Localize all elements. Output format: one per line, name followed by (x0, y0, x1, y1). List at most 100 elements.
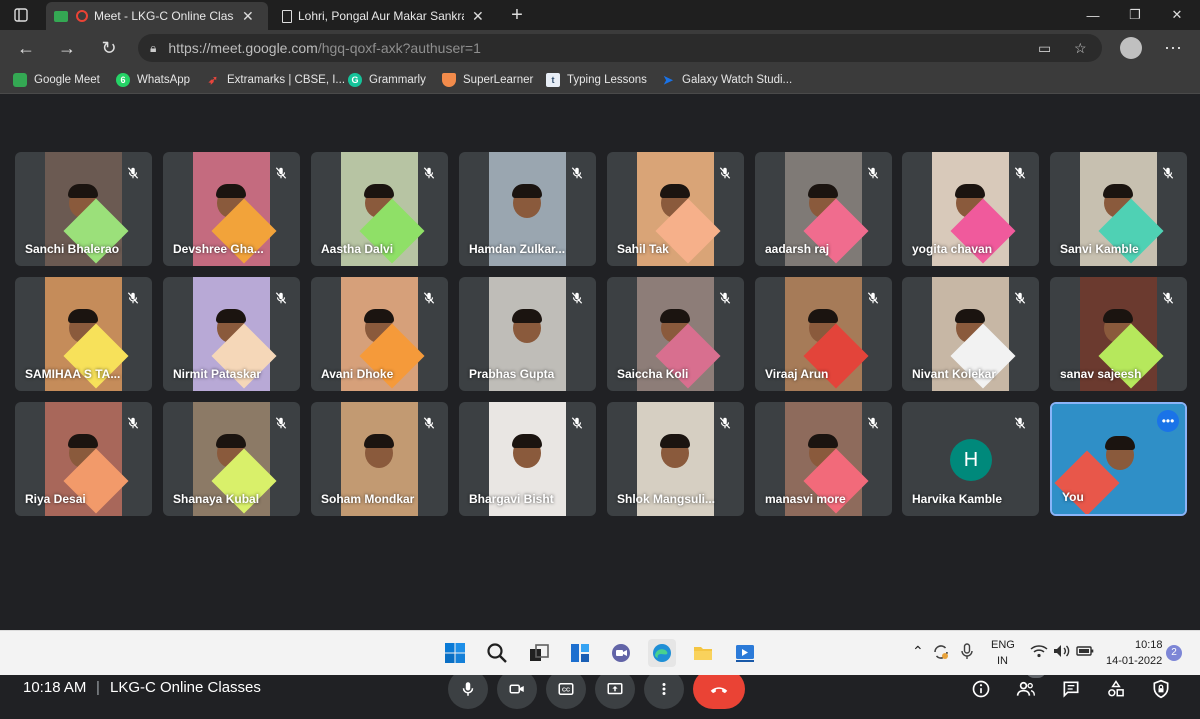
bookmark-grammarly[interactable]: G Grammarly (348, 71, 426, 89)
mic-off-icon (862, 287, 884, 309)
participant-tile[interactable]: Saiccha Koli (607, 277, 744, 391)
url-input[interactable]: 🔒︎ https://meet.google.com/hgq-qoxf-axk?… (138, 34, 1102, 62)
tab-lohri[interactable]: Lohri, Pongal Aur Makar Sankranti ✕ (274, 2, 494, 30)
language-code[interactable]: ENG (991, 639, 1015, 651)
bookmarks-bar: Google Meet 6 WhatsApp ➶ Extramarks | CBSE… (0, 66, 1200, 94)
widgets-icon[interactable] (566, 639, 594, 667)
child-hair (660, 434, 690, 448)
microphone-button[interactable] (448, 669, 488, 709)
wifi-icon[interactable] (1030, 644, 1048, 661)
bookmark-label: WhatsApp (137, 74, 191, 86)
present-screen-button[interactable] (595, 669, 635, 709)
tab-actions-icon[interactable] (4, 0, 38, 30)
task-view-icon[interactable] (525, 639, 553, 667)
participant-name: Nivant Kolekar (912, 367, 997, 381)
activities-button[interactable] (1102, 675, 1130, 703)
participant-tile[interactable]: Viraaj Arun (755, 277, 892, 391)
tab-title: Meet - LKG-C Online Classes (94, 9, 234, 23)
divider: | (96, 679, 100, 696)
participant-name: Prabhas Gupta (469, 367, 555, 381)
participant-tile[interactable]: Sahil Tak (607, 152, 744, 266)
chevron-up-icon[interactable]: ⌃ (912, 643, 924, 660)
host-controls-button[interactable] (1147, 675, 1175, 703)
participant-tile[interactable]: manasvi more (755, 402, 892, 516)
participant-name: Saiccha Koli (617, 367, 689, 381)
microphone-tray-icon[interactable] (960, 643, 974, 664)
child-hair (808, 309, 838, 323)
teams-chat-icon[interactable] (607, 639, 635, 667)
more-menu-icon[interactable]: ⋯ (1160, 36, 1186, 60)
meeting-title: LKG-C Online Classes (110, 679, 261, 696)
participant-tile[interactable]: H Harvika Kamble (902, 402, 1039, 516)
profile-avatar[interactable] (1120, 37, 1142, 59)
captions-button[interactable]: CC (546, 669, 586, 709)
video-camera-icon (509, 684, 524, 694)
forward-arrow-icon[interactable]: → (54, 36, 80, 60)
chat-button[interactable] (1057, 675, 1085, 703)
edge-browser-icon[interactable] (648, 639, 676, 667)
galaxy-watch-icon: ➤ (662, 73, 674, 87)
meet-logo-icon (54, 10, 68, 22)
search-icon[interactable] (483, 639, 511, 667)
bookmark-extramarks[interactable]: ➶ Extramarks | CBSE, I... (206, 71, 345, 89)
camera-permission-icon[interactable]: ▭ (1038, 40, 1051, 57)
refresh-icon[interactable]: ↻ (96, 36, 122, 60)
participant-tile[interactable]: Bhargavi Bisht (459, 402, 596, 516)
volume-icon[interactable] (1053, 644, 1071, 661)
close-tab-icon[interactable]: ✕ (472, 8, 484, 25)
bookmark-whatsapp[interactable]: 6 WhatsApp (116, 71, 190, 89)
participant-tile[interactable]: Avani Dhoke (311, 277, 448, 391)
bookmark-galaxy-watch[interactable]: ➤ Galaxy Watch Studi... (661, 71, 792, 89)
more-options-button[interactable] (644, 669, 684, 709)
participant-tile[interactable]: Sanchi Bhalerao (15, 152, 152, 266)
participant-avatar: H (950, 439, 992, 481)
participant-tile[interactable]: Devshree Gha... (163, 152, 300, 266)
participant-tile[interactable]: Prabhas Gupta (459, 277, 596, 391)
superlearner-icon (442, 73, 456, 87)
minimize-icon[interactable]: — (1070, 0, 1116, 30)
new-tab-button[interactable]: + (494, 0, 540, 30)
participant-tile[interactable]: ••• You (1050, 402, 1187, 516)
close-tab-icon[interactable]: ✕ (242, 8, 254, 25)
participant-tile[interactable]: Sanvi Kamble (1050, 152, 1187, 266)
participant-name: Avani Dhoke (321, 367, 394, 381)
participant-tile[interactable]: SAMIHAA S TA... (15, 277, 152, 391)
participant-tile[interactable]: aadarsh raj (755, 152, 892, 266)
people-button[interactable] (1012, 675, 1040, 703)
back-arrow-icon[interactable]: ← (13, 36, 39, 60)
notification-badge[interactable]: 2 (1166, 645, 1182, 661)
participant-tile[interactable]: sanav sajeesh (1050, 277, 1187, 391)
bookmark-typing-lessons[interactable]: t Typing Lessons (546, 71, 647, 89)
camera-button[interactable] (497, 669, 537, 709)
child-hair (68, 184, 98, 198)
battery-icon[interactable] (1076, 645, 1094, 660)
start-windows-icon[interactable] (441, 639, 469, 667)
maximize-icon[interactable]: ❐ (1112, 0, 1158, 30)
tile-more-options-icon[interactable]: ••• (1157, 410, 1179, 432)
participant-name: Aastha Dalvi (321, 242, 394, 256)
media-player-icon[interactable] (731, 639, 759, 667)
participant-tile[interactable]: Nivant Kolekar (902, 277, 1039, 391)
favorite-star-icon[interactable]: ☆ (1074, 40, 1087, 57)
bookmark-superlearner[interactable]: SuperLearner (442, 71, 533, 89)
participant-name: manasvi more (765, 492, 846, 506)
address-bar-row: ← → ↻ 🔒︎ https://meet.google.com/hgq-qox… (0, 30, 1200, 66)
tab-meet[interactable]: Meet - LKG-C Online Classes ✕ (46, 2, 268, 30)
participant-tile[interactable]: Nirmit Pataskar (163, 277, 300, 391)
participant-tile[interactable]: Soham Mondkar (311, 402, 448, 516)
close-window-icon[interactable]: ✕ (1154, 0, 1200, 30)
meeting-details-button[interactable] (967, 675, 995, 703)
participant-tile[interactable]: Shanaya Kubal (163, 402, 300, 516)
participant-tile[interactable]: Shlok Mangsuli... (607, 402, 744, 516)
participant-tile[interactable]: yogita chavan (902, 152, 1039, 266)
bookmark-google-meet[interactable]: Google Meet (13, 71, 100, 89)
participant-tile[interactable]: Aastha Dalvi (311, 152, 448, 266)
mic-off-icon (566, 287, 588, 309)
file-explorer-icon[interactable] (689, 639, 717, 667)
sync-icon[interactable] (932, 643, 950, 664)
taskbar-time[interactable]: 10:18 (1135, 639, 1163, 651)
end-call-button[interactable] (693, 669, 745, 709)
participant-tile[interactable]: Riya Desai (15, 402, 152, 516)
child-hair (512, 309, 542, 323)
participant-tile[interactable]: Hamdan Zulkar... (459, 152, 596, 266)
